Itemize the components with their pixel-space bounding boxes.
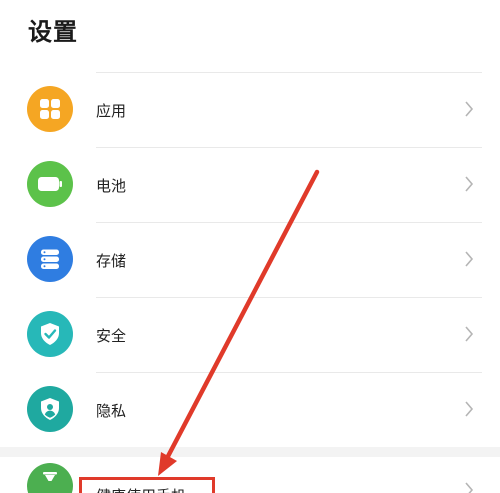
settings-item-digital-balance[interactable]: 健康使用手机: [0, 457, 500, 493]
section-divider: [0, 447, 500, 457]
battery-icon: [27, 161, 73, 207]
divider: [96, 72, 482, 73]
chevron-right-icon: [465, 482, 474, 493]
settings-item-security[interactable]: 安全: [0, 297, 500, 372]
storage-icon: [27, 236, 73, 282]
hourglass-icon: [27, 463, 73, 493]
divider: [96, 297, 482, 298]
apps-grid-icon: [27, 86, 73, 132]
chevron-right-icon: [465, 326, 474, 342]
settings-item-label: 安全: [96, 327, 127, 345]
divider: [96, 147, 482, 148]
settings-item-label: 存储: [96, 252, 127, 270]
divider: [96, 372, 482, 373]
chevron-right-icon: [465, 251, 474, 267]
settings-item-label: 隐私: [96, 402, 127, 420]
page-title: 设置: [28, 18, 78, 46]
divider: [96, 222, 482, 223]
shield-check-icon: [27, 311, 73, 357]
settings-item-storage[interactable]: 存储: [0, 222, 500, 297]
settings-list: 应用 电池 存储 安全 隐私: [0, 72, 500, 447]
annotation-highlight-box: [79, 477, 215, 493]
settings-item-privacy[interactable]: 隐私: [0, 372, 500, 447]
settings-item-apps[interactable]: 应用: [0, 72, 500, 147]
settings-item-battery[interactable]: 电池: [0, 147, 500, 222]
privacy-shield-icon: [27, 386, 73, 432]
chevron-right-icon: [465, 101, 474, 117]
chevron-right-icon: [465, 401, 474, 417]
settings-item-label: 应用: [96, 102, 127, 120]
settings-item-label: 电池: [96, 177, 127, 195]
chevron-right-icon: [465, 176, 474, 192]
